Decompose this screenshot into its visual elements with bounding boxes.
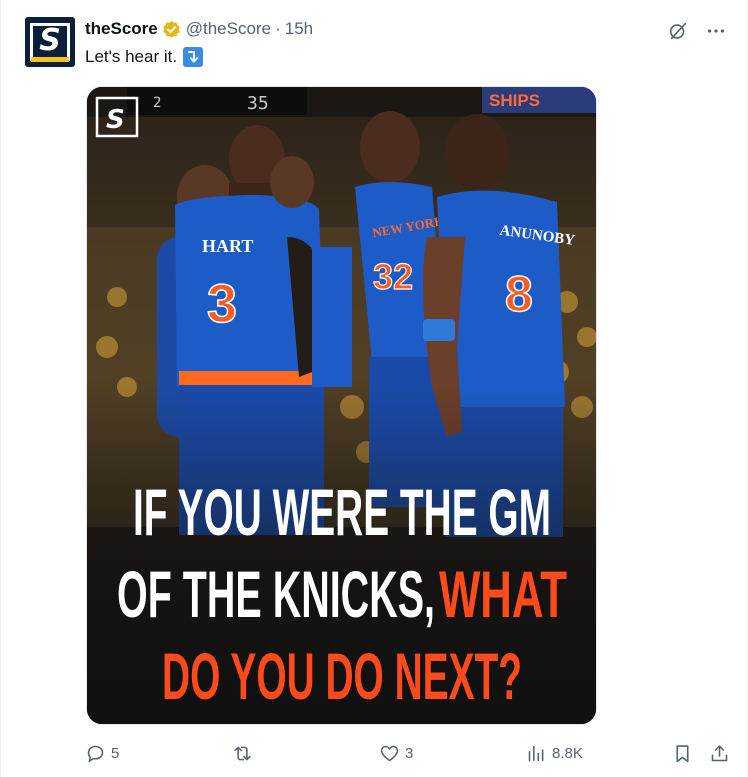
tweet-top-controls xyxy=(667,20,727,42)
separator-dot: · xyxy=(275,19,281,38)
tweet-text: Let's hear it. xyxy=(85,47,204,67)
tweet-card: S theScore @theScore · 15h Let's hear it… xyxy=(0,0,748,777)
author-name[interactable]: theScore xyxy=(85,19,158,39)
like-count: 3 xyxy=(405,744,414,762)
media-graphic: 2 35 SHIPS HART 3 NEW YORK 32 ANUNOBY 8 … xyxy=(87,87,596,724)
media-logo-letter: S xyxy=(106,105,125,135)
more-options-icon[interactable] xyxy=(705,20,727,42)
views-button[interactable]: 8.8K xyxy=(526,738,583,768)
scoreboard-right: 35 xyxy=(247,93,269,114)
avatar-letter: S xyxy=(39,23,61,58)
tweet-media-image[interactable]: 2 35 SHIPS HART 3 NEW YORK 32 ANUNOBY 8 … xyxy=(86,86,597,725)
jersey-right-number: 8 xyxy=(505,266,533,322)
retweet-button[interactable] xyxy=(232,738,258,768)
headline-line-1: IF YOU WERE THE GM xyxy=(133,475,551,549)
author-handle[interactable]: @theScore xyxy=(186,19,271,39)
reply-icon xyxy=(87,745,104,762)
verified-badge-icon xyxy=(162,20,181,39)
scoreboard-left: 2 xyxy=(153,95,161,111)
arena-banner: SHIPS xyxy=(489,91,540,110)
headline-line-2-white: OF THE KNICKS, xyxy=(117,557,435,631)
grok-icon[interactable] xyxy=(667,20,689,42)
share-icon xyxy=(711,744,728,761)
jersey-left-name: HART xyxy=(202,236,253,256)
tweet-text-content: Let's hear it. xyxy=(85,47,178,66)
jersey-middle-number: 32 xyxy=(373,256,413,297)
bookmark-icon xyxy=(676,744,689,762)
bookmark-button[interactable] xyxy=(672,738,693,768)
views-count: 8.8K xyxy=(552,744,583,762)
tweet-timestamp[interactable]: 15h xyxy=(285,19,313,39)
reply-button[interactable]: 5 xyxy=(85,738,119,768)
arrow-down-emoji-icon xyxy=(183,47,204,67)
jersey-left-number: 3 xyxy=(207,274,237,334)
views-chart-icon xyxy=(528,745,544,761)
like-button[interactable]: 3 xyxy=(379,738,413,768)
heart-icon xyxy=(380,745,399,761)
tweet-header: theScore @theScore · 15h xyxy=(85,19,313,39)
avatar[interactable]: S xyxy=(25,17,75,67)
retweet-icon xyxy=(234,746,251,760)
avatar-accent-bar xyxy=(31,57,69,62)
reply-count: 5 xyxy=(111,744,120,762)
share-button[interactable] xyxy=(709,738,730,768)
tweet-actions-bar: 5 3 8.8K xyxy=(1,738,748,768)
avatar-logo: S xyxy=(30,23,70,61)
headline-line-2-orange: WHAT xyxy=(439,557,567,631)
headline-line-3: DO YOU DO NEXT? xyxy=(162,639,522,713)
